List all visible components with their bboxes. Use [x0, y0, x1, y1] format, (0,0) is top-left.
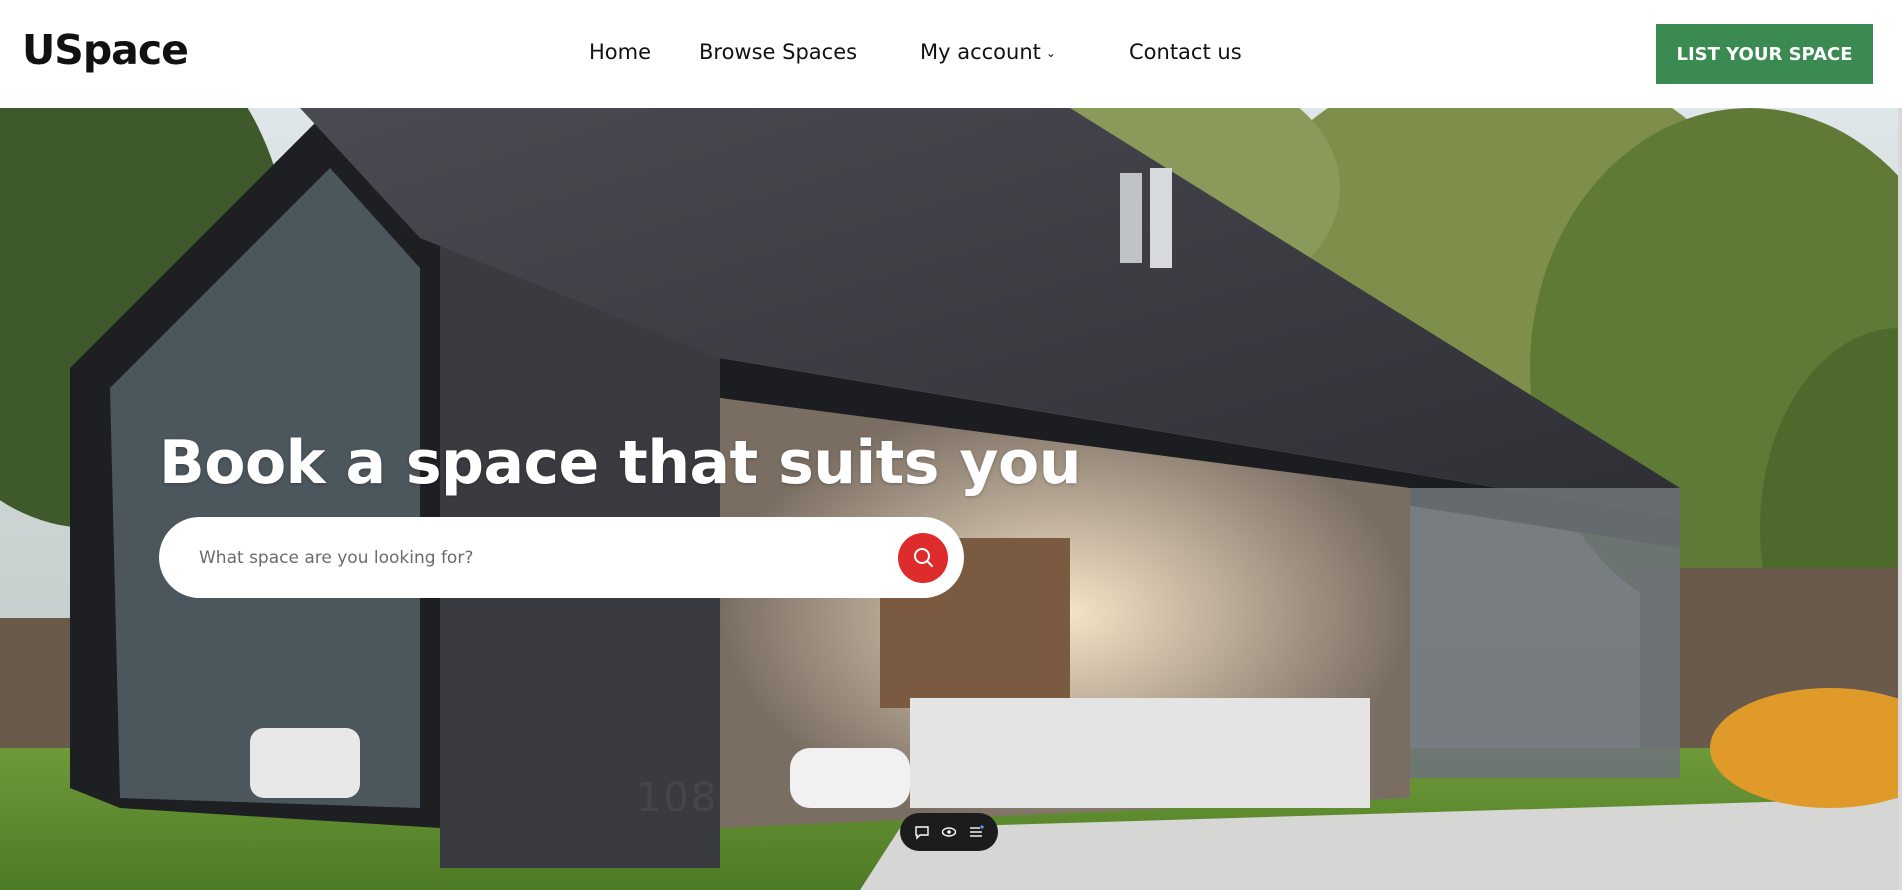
- nav-browse-spaces[interactable]: Browse Spaces: [699, 40, 857, 64]
- floating-toolbar: [900, 813, 998, 851]
- nav-home[interactable]: Home: [589, 40, 651, 64]
- search-input[interactable]: [199, 517, 859, 598]
- page-scrollbar[interactable]: [1898, 108, 1902, 890]
- nav-contact-us[interactable]: Contact us: [1129, 40, 1242, 64]
- search-button[interactable]: [898, 533, 948, 583]
- hero-background-image: [0, 108, 1902, 890]
- house-number: 108: [636, 775, 719, 821]
- nav-my-account-label: My account: [920, 40, 1041, 64]
- hero-headline: Book a space that suits you: [159, 428, 1081, 498]
- search-bar: [159, 517, 964, 598]
- site-header: USpace Home Browse Spaces My account ⌄ Co…: [0, 0, 1902, 108]
- eye-icon[interactable]: [939, 822, 959, 842]
- list-your-space-button[interactable]: LIST YOUR SPACE: [1656, 24, 1873, 84]
- hero-section: 108 Book a space that suits you: [0, 108, 1902, 890]
- search-icon: [914, 548, 933, 567]
- comment-icon[interactable]: [912, 822, 932, 842]
- menu-list-icon[interactable]: [966, 822, 986, 842]
- chevron-down-icon: ⌄: [1045, 46, 1056, 60]
- main-nav: Home Browse Spaces My account ⌄ Contact u…: [0, 0, 1902, 108]
- nav-my-account[interactable]: My account ⌄: [920, 40, 1056, 64]
